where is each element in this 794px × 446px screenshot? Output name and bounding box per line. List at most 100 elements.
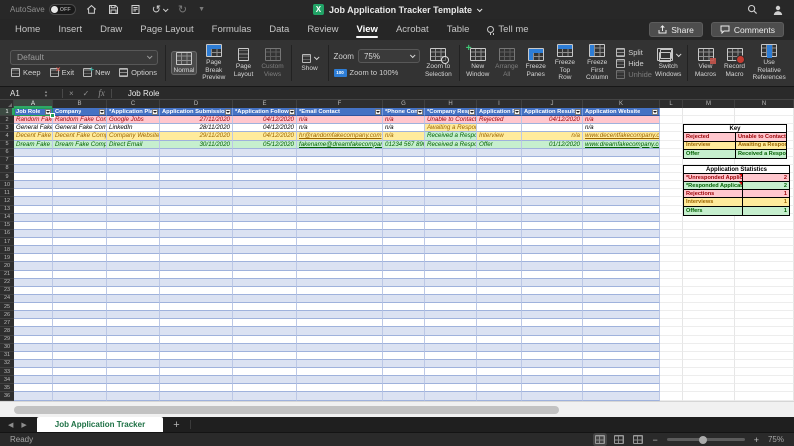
cell-B35[interactable] bbox=[53, 384, 107, 392]
row-header-16[interactable]: 16 bbox=[0, 230, 14, 238]
cell-B13[interactable] bbox=[53, 206, 107, 214]
cell-A2[interactable]: Random Fake Job bbox=[14, 116, 53, 124]
cell-E8[interactable] bbox=[233, 165, 297, 173]
row-header-9[interactable]: 9 bbox=[0, 173, 14, 181]
cell-I24[interactable] bbox=[477, 295, 522, 303]
cell-E34[interactable] bbox=[233, 376, 297, 384]
cell-E13[interactable] bbox=[233, 206, 297, 214]
row-header-35[interactable]: 35 bbox=[0, 384, 14, 392]
key-table-cell[interactable]: Offer bbox=[684, 150, 736, 158]
cell-H12[interactable] bbox=[425, 197, 477, 205]
cell-C19[interactable] bbox=[107, 254, 160, 262]
cell-G3[interactable]: n/a bbox=[383, 124, 425, 132]
cell-J28[interactable] bbox=[522, 327, 583, 335]
cell-G29[interactable] bbox=[383, 336, 425, 344]
cell-M35[interactable] bbox=[683, 384, 735, 392]
record-macro-button[interactable]: Record Macro bbox=[722, 47, 748, 79]
cell-E14[interactable] bbox=[233, 214, 297, 222]
cell-L32[interactable] bbox=[660, 360, 683, 368]
cell-I20[interactable] bbox=[477, 262, 522, 270]
cell-H31[interactable] bbox=[425, 352, 477, 360]
cell-K18[interactable] bbox=[583, 246, 660, 254]
sheet-prev-icon[interactable]: ◀ bbox=[8, 421, 13, 429]
tab-acrobat[interactable]: Acrobat bbox=[387, 19, 438, 40]
cell-A18[interactable] bbox=[14, 246, 53, 254]
cell-H23[interactable] bbox=[425, 287, 477, 295]
column-header-E[interactable]: E bbox=[233, 100, 297, 108]
cell-F3[interactable]: n/a bbox=[297, 124, 383, 132]
cell-A5[interactable]: Dream Fake Job bbox=[14, 141, 53, 149]
cell-B32[interactable] bbox=[53, 360, 107, 368]
cell-D9[interactable] bbox=[160, 173, 233, 181]
cell-J2[interactable]: 04/12/2020 bbox=[522, 116, 583, 124]
cell-C18[interactable] bbox=[107, 246, 160, 254]
cell-A15[interactable] bbox=[14, 222, 53, 230]
cell-D34[interactable] bbox=[160, 376, 233, 384]
cell-I7[interactable] bbox=[477, 157, 522, 165]
cell-N17[interactable] bbox=[735, 238, 794, 246]
cell-F29[interactable] bbox=[297, 336, 383, 344]
column-header-M[interactable]: M bbox=[683, 100, 735, 108]
cell-B20[interactable] bbox=[53, 262, 107, 270]
cell-L31[interactable] bbox=[660, 352, 683, 360]
cell-B36[interactable] bbox=[53, 392, 107, 400]
cell-K8[interactable] bbox=[583, 165, 660, 173]
cell-B2[interactable]: Random Fake Company bbox=[53, 116, 107, 124]
new-sheet-view-button[interactable]: New bbox=[83, 68, 110, 77]
cell-G36[interactable] bbox=[383, 392, 425, 400]
cell-D8[interactable] bbox=[160, 165, 233, 173]
cell-B15[interactable] bbox=[53, 222, 107, 230]
use-relative-references-button[interactable]: Use Relative References bbox=[751, 43, 788, 82]
cell-E36[interactable] bbox=[233, 392, 297, 400]
autosave-toggle[interactable]: OFF bbox=[49, 4, 76, 15]
cell-A16[interactable] bbox=[14, 230, 53, 238]
application-statistics-table-cell[interactable]: *Unresponded Application bbox=[684, 174, 743, 182]
cell-L18[interactable] bbox=[660, 246, 683, 254]
row-header-29[interactable]: 29 bbox=[0, 336, 14, 344]
cell-H36[interactable] bbox=[425, 392, 477, 400]
cell-I12[interactable] bbox=[477, 197, 522, 205]
column-header-B[interactable]: B bbox=[53, 100, 107, 108]
column-header-H[interactable]: H bbox=[425, 100, 477, 108]
cell-A28[interactable] bbox=[14, 327, 53, 335]
cell-M20[interactable] bbox=[683, 262, 735, 270]
cell-F34[interactable] bbox=[297, 376, 383, 384]
cell-J34[interactable] bbox=[522, 376, 583, 384]
cell-L29[interactable] bbox=[660, 336, 683, 344]
cell-F14[interactable] bbox=[297, 214, 383, 222]
cell-K9[interactable] bbox=[583, 173, 660, 181]
cell-H22[interactable] bbox=[425, 279, 477, 287]
cell-D17[interactable] bbox=[160, 238, 233, 246]
cell-D11[interactable] bbox=[160, 189, 233, 197]
cell-N1[interactable] bbox=[735, 108, 794, 116]
cell-F6[interactable] bbox=[297, 149, 383, 157]
cell-H8[interactable] bbox=[425, 165, 477, 173]
filter-button[interactable] bbox=[652, 109, 658, 115]
cell-B16[interactable] bbox=[53, 230, 107, 238]
cell-F9[interactable] bbox=[297, 173, 383, 181]
cell-K25[interactable] bbox=[583, 303, 660, 311]
cell-E28[interactable] bbox=[233, 327, 297, 335]
cell-L4[interactable] bbox=[660, 132, 683, 140]
cell-G30[interactable] bbox=[383, 344, 425, 352]
cell-J3[interactable] bbox=[522, 124, 583, 132]
cell-A20[interactable] bbox=[14, 262, 53, 270]
page-break-preview-button[interactable]: Page Break Preview bbox=[200, 43, 228, 82]
cell-N21[interactable] bbox=[735, 271, 794, 279]
cell-F32[interactable] bbox=[297, 360, 383, 368]
keep-button[interactable]: Keep bbox=[11, 68, 41, 77]
freeze-top-row-button[interactable]: Freeze Top Row bbox=[552, 43, 578, 82]
cell-H4[interactable]: Received a Response bbox=[425, 132, 477, 140]
row-header-11[interactable]: 11 bbox=[0, 189, 14, 197]
cell-G28[interactable] bbox=[383, 327, 425, 335]
cell-D3[interactable]: 28/11/2020 bbox=[160, 124, 233, 132]
cell-F8[interactable] bbox=[297, 165, 383, 173]
cell-C5[interactable]: Direct Email bbox=[107, 141, 160, 149]
cell-C14[interactable] bbox=[107, 214, 160, 222]
application-statistics-table-cell[interactable]: Interviews bbox=[684, 198, 743, 206]
cell-E15[interactable] bbox=[233, 222, 297, 230]
cell-L17[interactable] bbox=[660, 238, 683, 246]
cell-D33[interactable] bbox=[160, 368, 233, 376]
cell-E29[interactable] bbox=[233, 336, 297, 344]
cell-K6[interactable] bbox=[583, 149, 660, 157]
